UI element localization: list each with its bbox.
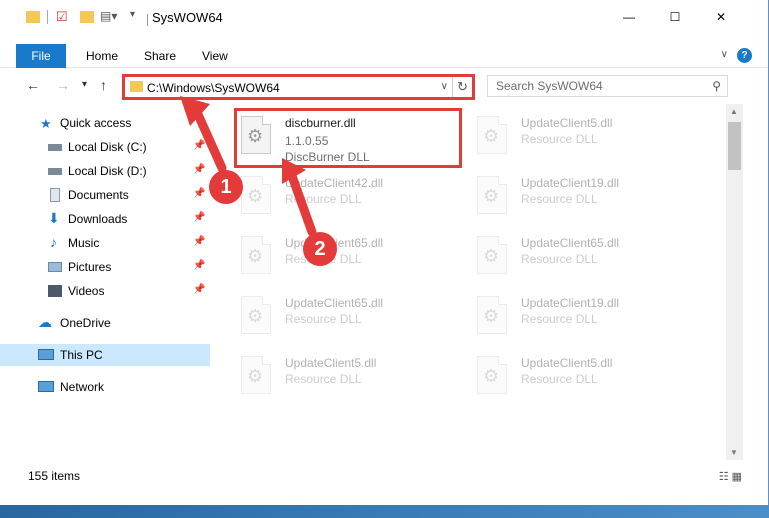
- arrow-2: [287, 171, 317, 237]
- annotation-arrows: [180, 96, 317, 237]
- callout-2: 2: [303, 232, 337, 266]
- callout-1: 1: [209, 170, 243, 204]
- arrow-1: [191, 105, 227, 173]
